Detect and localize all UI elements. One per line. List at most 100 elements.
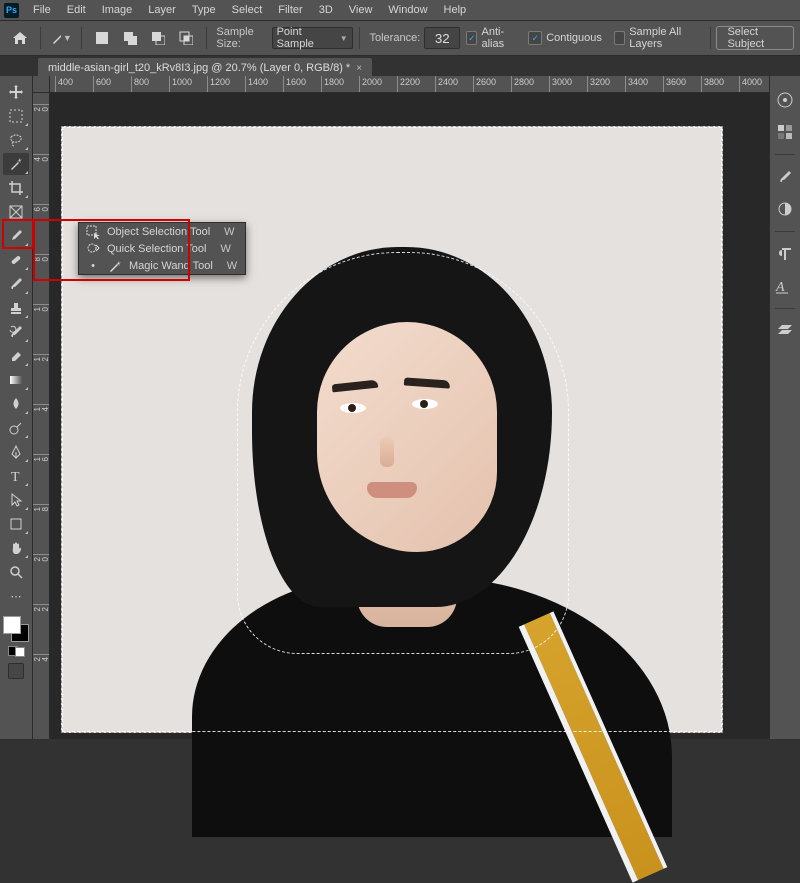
- foreground-color-swatch[interactable]: [3, 616, 21, 634]
- flyout-quick-selection[interactable]: Quick Selection Tool W: [79, 240, 245, 257]
- menu-image[interactable]: Image: [94, 2, 141, 18]
- flyout-item-label: Magic Wand Tool: [129, 260, 213, 272]
- ruler-tick: 3800: [701, 76, 702, 92]
- color-swatches[interactable]: [3, 616, 29, 642]
- tool-shape[interactable]: [3, 513, 29, 535]
- eyedropper-icon: [8, 228, 24, 244]
- tool-hand[interactable]: [3, 537, 29, 559]
- ruler-tick: 2000: [33, 554, 49, 555]
- tool-blur[interactable]: [3, 393, 29, 415]
- marquee-icon: [8, 108, 24, 124]
- sample-size-label: Sample Size:: [216, 26, 267, 50]
- paragraph-icon: [776, 245, 794, 263]
- menu-window[interactable]: Window: [380, 2, 435, 18]
- ruler-tick: 3600: [663, 76, 664, 92]
- tool-type[interactable]: T: [3, 465, 29, 487]
- tool-eraser[interactable]: [3, 345, 29, 367]
- tool-stamp[interactable]: [3, 297, 29, 319]
- tool-move[interactable]: [3, 81, 29, 103]
- tool-zoom[interactable]: [3, 561, 29, 583]
- default-colors-button[interactable]: [8, 644, 25, 657]
- lasso-icon: [8, 132, 24, 148]
- magic-wand-icon: •: [85, 260, 101, 272]
- selection-new-button[interactable]: [90, 26, 114, 50]
- adjustments-icon: [776, 200, 794, 218]
- menubar: Ps File Edit Image Layer Type Select Fil…: [0, 0, 800, 21]
- panel-color-button[interactable]: [773, 88, 797, 112]
- ruler-tick: 2200: [33, 604, 49, 605]
- tool-frame[interactable]: [3, 201, 29, 223]
- stamp-icon: [8, 300, 24, 316]
- tool-lasso[interactable]: [3, 129, 29, 151]
- menu-select[interactable]: Select: [224, 2, 271, 18]
- pen-icon: [8, 444, 24, 460]
- tool-edit-toolbar[interactable]: ⋯: [3, 585, 29, 607]
- menu-3d[interactable]: 3D: [311, 2, 341, 18]
- sample-size-dropdown[interactable]: Point Sample ▼: [272, 27, 353, 49]
- canvas-area[interactable]: 4006008001000120014001600180020002200240…: [33, 76, 769, 739]
- type-icon: T: [8, 468, 24, 484]
- color-wheel-icon: [776, 91, 794, 109]
- tool-magic-wand[interactable]: [3, 153, 29, 175]
- selection-subtract-button[interactable]: [146, 26, 170, 50]
- antialias-label: Anti-alias: [481, 26, 516, 50]
- tolerance-input[interactable]: [424, 27, 460, 49]
- dodge-icon: [8, 420, 24, 436]
- contiguous-checkbox[interactable]: ✓Contiguous: [528, 31, 602, 45]
- quick-mask-button[interactable]: [8, 663, 24, 679]
- menu-layer[interactable]: Layer: [140, 2, 184, 18]
- menu-help[interactable]: Help: [436, 2, 475, 18]
- ruler-tick: 1200: [33, 354, 49, 355]
- shape-icon: [8, 516, 24, 532]
- tool-preset-button[interactable]: ▼: [49, 26, 73, 50]
- sample-all-checkbox[interactable]: Sample All Layers: [614, 26, 698, 50]
- panel-brushes-button[interactable]: [773, 165, 797, 189]
- tool-marquee[interactable]: [3, 105, 29, 127]
- move-icon: [8, 84, 24, 100]
- flyout-magic-wand[interactable]: • Magic Wand Tool W: [79, 257, 245, 274]
- selection-intersect-button[interactable]: [174, 26, 198, 50]
- menu-view[interactable]: View: [341, 2, 381, 18]
- tool-dodge[interactable]: [3, 417, 29, 439]
- panel-character-button[interactable]: A: [773, 274, 797, 298]
- menu-file[interactable]: File: [25, 2, 59, 18]
- menu-type[interactable]: Type: [184, 2, 224, 18]
- select-subject-label: Select Subject: [727, 26, 783, 50]
- flyout-item-shortcut: W: [227, 260, 237, 272]
- select-subject-button[interactable]: Select Subject: [716, 26, 794, 50]
- document-canvas[interactable]: [61, 126, 723, 733]
- tool-brush[interactable]: [3, 273, 29, 295]
- ruler-tick: 400: [33, 154, 49, 155]
- menu-edit[interactable]: Edit: [59, 2, 94, 18]
- document-tab[interactable]: middle-asian-girl_t20_kRv8I3.jpg @ 20.7%…: [38, 58, 372, 78]
- path-select-icon: [8, 492, 24, 508]
- ruler-tick: 800: [131, 76, 132, 92]
- tool-crop[interactable]: [3, 177, 29, 199]
- selection-add-button[interactable]: [118, 26, 142, 50]
- frame-icon: [8, 204, 24, 220]
- menu-filter[interactable]: Filter: [270, 2, 310, 18]
- ruler-tick: 1200: [207, 76, 208, 92]
- panel-adjustments-button[interactable]: [773, 197, 797, 221]
- ruler-tick: 1800: [33, 504, 49, 505]
- flyout-object-selection[interactable]: Object Selection Tool W: [79, 223, 245, 240]
- panel-layers-button[interactable]: [773, 319, 797, 343]
- ruler-tick: 1800: [321, 76, 322, 92]
- ruler-tick: 2000: [359, 76, 360, 92]
- panel-swatches-button[interactable]: [773, 120, 797, 144]
- antialias-checkbox[interactable]: ✓Anti-alias: [466, 26, 516, 50]
- tool-history-brush[interactable]: [3, 321, 29, 343]
- tool-gradient[interactable]: [3, 369, 29, 391]
- tool-eyedropper[interactable]: [3, 225, 29, 247]
- ruler-corner: [33, 76, 50, 93]
- tool-heal[interactable]: [3, 249, 29, 271]
- tool-path-select[interactable]: [3, 489, 29, 511]
- flyout-item-label: Object Selection Tool: [107, 226, 210, 238]
- home-button[interactable]: [8, 26, 32, 50]
- tool-pen[interactable]: [3, 441, 29, 463]
- panel-paragraph-button[interactable]: [773, 242, 797, 266]
- app-logo: Ps: [4, 3, 19, 18]
- vertical-ruler: 2004006008001000120014001600180020002200…: [33, 76, 50, 739]
- ruler-tick: 4000: [739, 76, 740, 92]
- close-icon[interactable]: ×: [356, 63, 362, 74]
